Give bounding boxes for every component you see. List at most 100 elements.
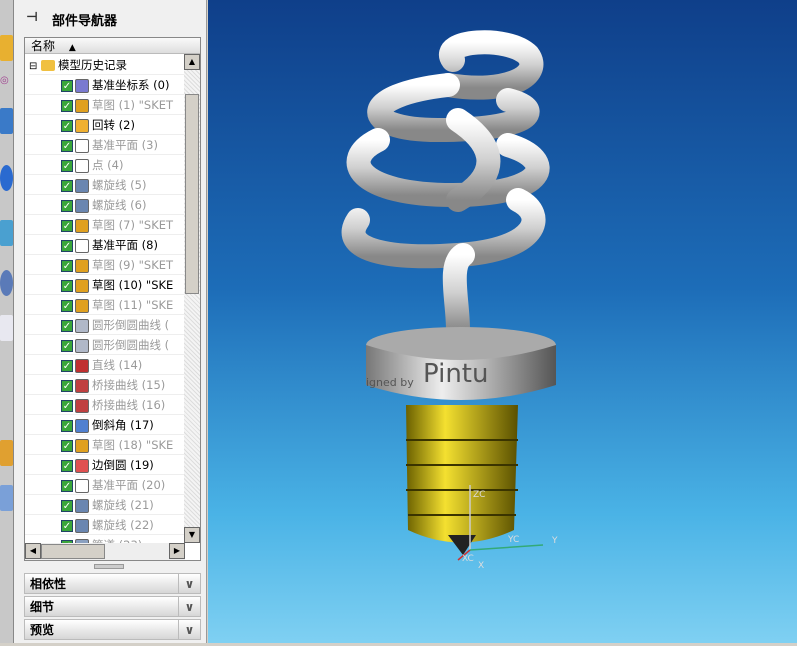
visibility-checkbox[interactable]: ✓ [61,199,73,212]
visibility-checkbox[interactable]: ✓ [61,359,73,372]
section-dependencies[interactable]: 相依性 ∨ [24,573,201,594]
tree-item[interactable]: ✓ 桥接曲线 (16) [25,395,185,415]
axis-label-xc: XC [462,554,474,564]
visibility-checkbox[interactable]: ✓ [61,519,73,532]
line-tool-icon[interactable] [0,360,13,386]
chevron-down-icon[interactable]: ∨ [178,574,200,593]
tree-item[interactable]: ✓ 草图 (9) "SKET [25,255,185,275]
chamfer-icon [75,418,89,433]
tree-item[interactable]: ✓ 点 (4) [25,155,185,175]
tree-item-label: 草图 (10) "SKE [92,278,174,292]
visibility-checkbox[interactable]: ✓ [61,439,73,452]
helix-icon [75,198,89,213]
section-label: 细节 [30,600,55,614]
horizontal-scrollbar[interactable]: ◀ ▶ [25,543,185,560]
engraving-text: Pintu [423,359,488,389]
tree-item-label: 圆形倒圆曲线 ( [92,338,170,352]
visibility-checkbox[interactable]: ✓ [61,419,73,432]
column-header-name[interactable]: 名称 ▲ [25,38,200,54]
tree-root[interactable]: ⊟ 模型历史记录 [29,55,189,75]
list-icon[interactable] [0,315,13,341]
axis-label-yc: YC [507,535,519,545]
visibility-checkbox[interactable]: ✓ [61,179,73,192]
tree-item-label: 倒斜角 (17) [92,418,154,432]
scroll-left-button[interactable]: ◀ [25,543,41,559]
visibility-checkbox[interactable]: ✓ [61,239,73,252]
tree-item[interactable]: ✓ 回转 (2) [25,115,185,135]
tree-item[interactable]: ✓ 草图 (10) "SKE [25,275,185,295]
sketch-icon [75,258,89,273]
visibility-checkbox[interactable]: ✓ [61,219,73,232]
panel-title: 部件导航器 [52,14,118,29]
tree-item[interactable]: ✓ 基准平面 (8) [25,235,185,255]
signal-icon[interactable] [0,165,13,191]
visibility-checkbox[interactable]: ✓ [61,299,73,312]
tree-item[interactable]: ✓ 直线 (14) [25,355,185,375]
helix-icon [75,498,89,513]
tree-item[interactable]: ✓ 桥接曲线 (15) [25,375,185,395]
graphics-viewport[interactable]: Pintu igned by ZC YC Y XC X [208,0,797,643]
visibility-checkbox[interactable]: ✓ [61,479,73,492]
tree-item-label: 桥接曲线 (15) [92,378,166,392]
visibility-checkbox[interactable]: ✓ [61,459,73,472]
datum-plane-icon [75,238,89,253]
user-icon[interactable] [0,440,13,466]
vertical-scrollbar[interactable]: ▲ ▼ [184,54,200,543]
tip [448,535,476,555]
section-preview[interactable]: 预览 ∨ [24,619,201,640]
clock-icon[interactable] [0,270,13,296]
visibility-checkbox[interactable]: ✓ [61,339,73,352]
tree-item[interactable]: ✓ 螺旋线 (22) [25,515,185,535]
line-icon [75,358,89,373]
visibility-checkbox[interactable]: ✓ [61,259,73,272]
tree-item[interactable]: ✓ 螺旋线 (5) [25,175,185,195]
part-icon[interactable] [0,35,13,61]
vertical-scroll-thumb[interactable] [185,94,199,294]
visibility-checkbox[interactable]: ✓ [61,399,73,412]
tree-item-label: 圆形倒圆曲线 ( [92,318,170,332]
feature-tree: 名称 ▲ ⊟ 模型历史记录 ✓ 基准坐标系 (0) ✓ 草图 (1) "SKET ✓ 回转… [24,37,201,561]
tree-item[interactable]: ✓ 草图 (1) "SKET [25,95,185,115]
tree-item[interactable]: ✓ 圆形倒圆曲线 ( [25,315,185,335]
scroll-right-button[interactable]: ▶ [169,543,185,559]
tree-item[interactable]: ✓ 基准平面 (20) [25,475,185,495]
tree-item-label: 边倒圆 (19) [92,458,154,472]
tree-item-label: 草图 (18) "SKE [92,438,174,452]
horizontal-scroll-thumb[interactable] [41,544,105,559]
document-icon[interactable] [0,220,13,246]
image-icon[interactable] [0,485,13,511]
visibility-checkbox[interactable]: ✓ [61,279,73,292]
tree-item[interactable]: ✓ 倒斜角 (17) [25,415,185,435]
measure-icon[interactable] [0,400,13,426]
tree-item[interactable]: ✓ 螺旋线 (6) [25,195,185,215]
tree-item[interactable]: ✓ 草图 (11) "SKE [25,295,185,315]
visibility-checkbox[interactable]: ✓ [61,139,73,152]
chevron-down-icon[interactable]: ∨ [178,620,200,639]
tree-item[interactable]: ✓ 螺旋线 (21) [25,495,185,515]
book-icon[interactable] [0,108,13,134]
tree-item[interactable]: ✓ 草图 (18) "SKE [25,435,185,455]
visibility-checkbox[interactable]: ✓ [61,499,73,512]
collapse-icon[interactable]: ⊟ [29,61,37,72]
scroll-up-button[interactable]: ▲ [184,54,200,70]
visibility-checkbox[interactable]: ✓ [61,159,73,172]
tree-item[interactable]: ✓ 基准坐标系 (0) [25,75,185,95]
visibility-checkbox[interactable]: ✓ [61,79,73,92]
tree-item[interactable]: ✓ 基准平面 (3) [25,135,185,155]
sketch-icon [75,278,89,293]
tree-item[interactable]: ✓ 圆形倒圆曲线 ( [25,335,185,355]
chevron-down-icon[interactable]: ∨ [178,597,200,616]
section-details[interactable]: 细节 ∨ [24,596,201,617]
visibility-checkbox[interactable]: ✓ [61,99,73,112]
visibility-checkbox[interactable]: ✓ [61,119,73,132]
visibility-checkbox[interactable]: ✓ [61,379,73,392]
target-icon[interactable]: ◎ [0,75,13,101]
splitter-handle[interactable] [94,564,124,569]
tree-item[interactable]: ✓ 边倒圆 (19) [25,455,185,475]
scroll-down-button[interactable]: ▼ [184,527,200,543]
pin-icon[interactable]: ⊣ [26,10,38,25]
visibility-checkbox[interactable]: ✓ [61,319,73,332]
tree-item-label: 回转 (2) [92,118,135,132]
tree-item[interactable]: ✓ 草图 (7) "SKET [25,215,185,235]
part-navigator-panel: ⊣ 部件导航器 名称 ▲ ⊟ 模型历史记录 ✓ 基准坐标系 (0) ✓ 草图 (1) "… [14,0,207,643]
